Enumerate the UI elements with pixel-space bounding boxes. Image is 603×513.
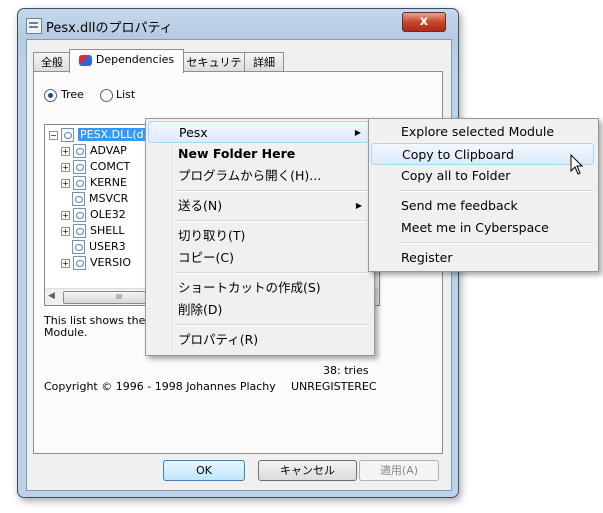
menu-separator: [176, 272, 370, 274]
menu-item-copy-to-clipboard[interactable]: Copy to Clipboard: [371, 143, 594, 165]
tree-radio-label: Tree: [61, 88, 84, 101]
expand-icon[interactable]: +: [61, 226, 70, 236]
dll-icon: [72, 240, 85, 254]
tree-radio[interactable]: [44, 89, 57, 102]
scroll-left-icon[interactable]: ◀: [48, 291, 55, 301]
expand-icon[interactable]: +: [61, 258, 70, 268]
menu-separator: [176, 190, 370, 192]
tree-item[interactable]: + OLE32: [61, 207, 126, 223]
tab-details[interactable]: 詳細: [244, 52, 284, 72]
menu-separator: [399, 190, 594, 192]
mouse-cursor-icon: [570, 154, 584, 175]
close-button[interactable]: x: [402, 12, 446, 32]
tree-item[interactable]: + COMCT: [61, 159, 130, 175]
menu-item-delete[interactable]: 削除(D): [148, 299, 370, 321]
submenu-arrow-icon: ▶: [355, 201, 362, 210]
description-line: Module.: [44, 326, 88, 339]
window-title: Pesx.dllのプロパティ: [46, 21, 173, 36]
copyright: Copyright © 1996 - 1998 Johannes Plachy: [44, 380, 276, 393]
tries-count: 38: tries: [323, 364, 369, 377]
tab-dependencies-label: Dependencies: [95, 53, 175, 66]
cancel-button[interactable]: キャンセル: [258, 460, 357, 481]
tab-security[interactable]: セキュリティ: [182, 52, 246, 88]
expand-icon[interactable]: +: [61, 162, 70, 172]
dll-icon: [61, 128, 74, 142]
menu-item-meet-cyberspace[interactable]: Meet me in Cyberspace: [371, 217, 594, 239]
menu-item-label: Pesx: [179, 125, 208, 140]
list-radio[interactable]: [100, 89, 113, 102]
submenu-arrow-icon: ▶: [354, 128, 361, 137]
tree-item[interactable]: + VERSIO: [61, 255, 131, 271]
registration-status: UNREGISTEREC: [291, 380, 377, 393]
collapse-icon[interactable]: −: [49, 130, 58, 140]
menu-item-create-shortcut[interactable]: ショートカットの作成(S): [148, 277, 370, 299]
dll-icon: [73, 256, 86, 270]
description: This list shows the di Module.: [44, 315, 159, 339]
menu-item-label: 送る(N): [178, 198, 223, 213]
menu-item-explore-module[interactable]: Explore selected Module: [371, 121, 594, 143]
document-icon: [26, 18, 42, 34]
tree-item[interactable]: USER3: [72, 239, 126, 255]
list-radio-label: List: [116, 88, 136, 101]
tree-item-label: USER3: [89, 240, 126, 253]
pesx-app-icon: [78, 54, 92, 66]
menu-item-properties[interactable]: プロパティ(R): [148, 329, 370, 351]
menu-item-send-to[interactable]: 送る(N) ▶: [148, 195, 370, 217]
tree-item-label: KERNE: [90, 176, 127, 189]
title-bar[interactable]: Pesx.dllのプロパティ x: [18, 9, 458, 39]
menu-separator: [399, 242, 594, 244]
tab-general[interactable]: 全般: [33, 52, 71, 72]
tree-item-label: MSVCR: [89, 192, 129, 205]
expand-icon[interactable]: +: [61, 146, 70, 156]
menu-item-open-with[interactable]: プログラムから開く(H)...: [148, 165, 370, 187]
menu-item-copy-all-to-folder[interactable]: Copy all to Folder: [371, 165, 594, 187]
dll-icon: [73, 208, 86, 222]
menu-item-register[interactable]: Register: [371, 247, 594, 269]
menu-item-pesx[interactable]: Pesx ▶: [148, 121, 370, 143]
tree-item-label: VERSIO: [90, 256, 132, 269]
menu-item-copy[interactable]: コピー(C): [148, 247, 370, 269]
tree-item-label: SHELL: [90, 224, 125, 237]
dll-icon: [73, 160, 86, 174]
dll-icon: [73, 176, 86, 190]
pesx-submenu: Explore selected Module Copy to Clipboar…: [368, 118, 599, 272]
dll-icon: [72, 192, 85, 206]
tree-item-label: OLE32: [90, 208, 126, 221]
ok-button[interactable]: OK: [163, 460, 245, 481]
menu-item-cut[interactable]: 切り取り(T): [148, 225, 370, 247]
menu-separator: [176, 220, 370, 222]
menu-item-send-feedback[interactable]: Send me feedback: [371, 195, 594, 217]
dll-icon: [73, 224, 86, 238]
dll-icon: [73, 144, 86, 158]
tree-item-label: ADVAP: [90, 144, 127, 157]
expand-icon[interactable]: +: [61, 210, 70, 220]
apply-button[interactable]: 適用(A): [359, 460, 439, 481]
tree-item[interactable]: MSVCR: [72, 191, 128, 207]
tree-item-label: COMCT: [90, 160, 131, 173]
menu-item-new-folder[interactable]: New Folder Here: [148, 143, 370, 165]
tree-item[interactable]: + SHELL: [61, 223, 124, 239]
tree-item[interactable]: + ADVAP: [61, 143, 127, 159]
tree-item[interactable]: + KERNE: [61, 175, 127, 191]
tab-dependencies[interactable]: Dependencies: [69, 49, 184, 73]
expand-icon[interactable]: +: [61, 178, 70, 188]
menu-separator: [176, 324, 370, 326]
context-menu: Pesx ▶ New Folder Here プログラムから開く(H)... 送る…: [145, 118, 375, 356]
